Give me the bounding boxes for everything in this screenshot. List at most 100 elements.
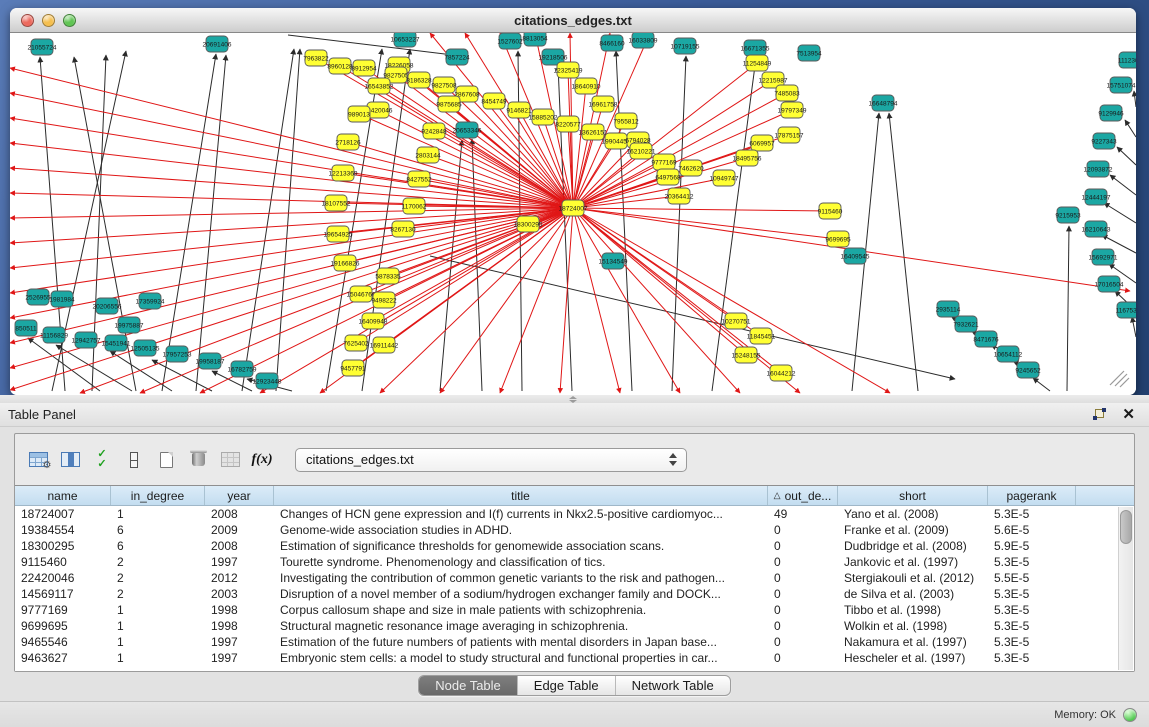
graph-node[interactable]: 16044212 [767,365,796,381]
table-cell[interactable]: 0 [768,522,838,538]
function-builder-icon[interactable]: f(x) [249,447,275,473]
graph-node[interactable]: 9115460 [818,203,843,219]
table-cell[interactable]: Changes of HCN gene expression and I(f) … [274,506,768,522]
graph-node[interactable]: 16210643 [1082,221,1111,237]
graph-node[interactable]: 8466160 [599,35,625,51]
graph-node[interactable]: 16911442 [370,337,399,353]
select-rows-icon[interactable]: ✓✓ [89,447,115,473]
table-select-dropdown[interactable]: citations_edges.txt [295,448,687,472]
splitter-grip-icon[interactable] [568,396,578,402]
table-vertical-scrollbar[interactable] [1118,507,1133,670]
table-cell[interactable]: 5.3E-5 [988,506,1076,522]
graph-node[interactable]: 16671355 [741,40,770,56]
graph-node[interactable]: 12444197 [1082,189,1111,205]
panel-splitter[interactable] [0,395,1149,403]
table-cell[interactable]: 1 [111,506,205,522]
table-cell[interactable]: Disruption of a novel member of a sodium… [274,586,768,602]
graph-node[interactable]: 12505135 [131,340,160,356]
table-cell[interactable]: 2 [111,570,205,586]
canvas-resize-grip-icon[interactable] [1110,371,1129,387]
table-cell[interactable]: 5.3E-5 [988,586,1076,602]
graph-node[interactable]: 7932621 [953,316,979,332]
graph-node[interactable]: 20653346 [453,122,482,138]
table-cell[interactable]: 5.3E-5 [988,602,1076,618]
table-cell[interactable]: Tourette syndrome. Phenomenology and cla… [274,554,768,570]
table-cell[interactable]: 2 [111,586,205,602]
table-cell[interactable]: Yano et al. (2008) [838,506,988,522]
window-titlebar[interactable]: citations_edges.txt [10,8,1136,33]
graph-node[interactable]: 7625402 [343,335,369,351]
table-cell[interactable]: 1998 [205,602,274,618]
graph-node[interactable]: 8471676 [973,331,999,347]
table-cell[interactable]: 1 [111,650,205,666]
table-cell[interactable]: 6 [111,538,205,554]
table-cell[interactable]: 5.6E-5 [988,522,1076,538]
table-cell[interactable]: 0 [768,650,838,666]
graph-node[interactable]: 16961758 [589,96,618,112]
table-cell[interactable]: 2009 [205,522,274,538]
graph-node[interactable]: 11845451 [747,328,776,344]
graph-node[interactable]: 20206556 [93,298,122,314]
table-cell[interactable]: Estimation of significance thresholds fo… [274,538,768,554]
zoom-window-icon[interactable] [63,14,76,27]
table-cell[interactable]: 0 [768,570,838,586]
table-cell[interactable]: Tibbo et al. (1998) [838,602,988,618]
graph-node[interactable]: 15451941 [102,335,131,351]
table-cell[interactable]: 5.9E-5 [988,538,1076,554]
graph-node[interactable]: 20691406 [203,36,232,52]
graph-node[interactable]: 10653227 [391,33,420,47]
table-cell[interactable]: 18724007 [15,506,111,522]
graph-node[interactable]: 16543852 [365,78,394,94]
scrollbar-thumb[interactable] [1120,510,1132,544]
select-column-icon[interactable] [57,447,83,473]
graph-node[interactable]: 8912954 [351,60,377,76]
table-cell[interactable]: Investigating the contribution of common… [274,570,768,586]
table-cell[interactable]: 0 [768,618,838,634]
column-header-name[interactable]: name [15,486,111,505]
graph-node[interactable]: 9242848 [421,123,447,139]
table-cell[interactable]: Structural magnetic resonance image aver… [274,618,768,634]
graph-node[interactable]: 6069957 [749,135,775,151]
graph-node[interactable]: 18300295 [514,216,543,232]
table-cell[interactable]: 6 [111,522,205,538]
graph-node[interactable]: 15692971 [1089,249,1118,265]
graph-node[interactable]: 21055724 [28,39,57,55]
graph-node[interactable]: 16648794 [869,95,898,111]
graph-node[interactable]: 17016504 [1095,276,1124,292]
table-cell[interactable]: 5.3E-5 [988,650,1076,666]
table-cell[interactable]: Stergiakouli et al. (2012) [838,570,988,586]
graph-node[interactable]: 19958187 [196,353,225,369]
graph-node[interactable]: 16409948 [359,313,388,329]
graph-node[interactable]: 19797349 [778,102,807,118]
column-header-pagerank[interactable]: pagerank [988,486,1076,505]
table-cell[interactable]: 49 [768,506,838,522]
graph-node[interactable]: 9146821 [506,102,532,118]
table-cell[interactable]: 0 [768,634,838,650]
minimize-window-icon[interactable] [42,14,55,27]
import-table-icon[interactable] [217,447,243,473]
graph-node[interactable]: 8220577 [555,116,581,132]
graph-node[interactable]: 17359924 [136,293,165,309]
graph-node[interactable]: 13626151 [579,124,608,140]
graph-node[interactable]: 7462620 [678,160,704,176]
graph-node[interactable]: 9245652 [1015,362,1041,378]
table-cell[interactable]: Wolkin et al. (1998) [838,618,988,634]
table-cell[interactable]: Dudbridge et al. (2008) [838,538,988,554]
graph-node[interactable]: 10949747 [710,170,739,186]
graph-node[interactable]: 7513954 [796,45,822,61]
graph-node[interactable]: 16782759 [228,361,257,377]
table-cell[interactable]: 19384554 [15,522,111,538]
graph-node[interactable]: 12325419 [554,62,583,78]
table-cell[interactable]: 2 [111,554,205,570]
graph-node[interactable]: 7955812 [613,113,639,129]
graph-node[interactable]: 8960128 [327,58,353,74]
table-cell[interactable]: 2003 [205,586,274,602]
graph-node[interactable]: 5878335 [375,268,401,284]
graph-node[interactable]: 15751074 [1107,77,1136,93]
column-header-in-degree[interactable]: in_degree [111,486,205,505]
graph-node[interactable]: 9227343 [1091,133,1117,149]
hide-columns-icon[interactable] [121,447,147,473]
table-cell[interactable]: 2008 [205,506,274,522]
graph-node[interactable]: 8454749 [481,93,507,109]
graph-node[interactable]: 12093872 [1084,161,1113,177]
